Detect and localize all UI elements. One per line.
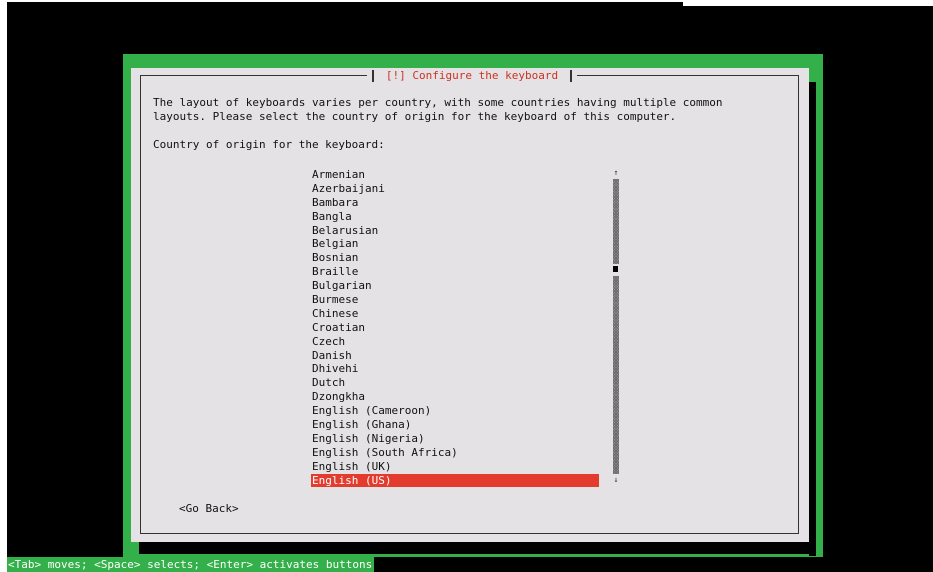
list-item[interactable]: Danish [311, 349, 599, 363]
list-item[interactable]: Bosnian [311, 251, 599, 265]
list-item[interactable]: Belarusian [311, 224, 599, 238]
top-strip [683, 2, 933, 6]
list-item[interactable]: Dzongkha [311, 390, 599, 404]
list-item[interactable]: Chinese [311, 307, 599, 321]
installer-screen: [!] Configure the keyboard The layout of… [7, 2, 933, 572]
list-item[interactable]: Bangla [311, 210, 599, 224]
status-help-text: <Tab> moves; <Space> selects; <Enter> ac… [7, 557, 375, 572]
list-item[interactable]: Dutch [311, 376, 599, 390]
description-line-2: layouts. Please select the country of or… [153, 110, 677, 123]
status-bar: <Tab> moves; <Space> selects; <Enter> ac… [7, 557, 933, 572]
list-item[interactable]: English (US) [311, 473, 599, 488]
scroll-track-upper[interactable] [613, 179, 619, 264]
list-item[interactable]: English (Ghana) [311, 418, 599, 432]
list-item[interactable]: Burmese [311, 293, 599, 307]
scroll-up-arrow-icon[interactable]: ↑ [612, 168, 620, 178]
list-item[interactable]: Bulgarian [311, 279, 599, 293]
list-item[interactable]: Braille [311, 265, 599, 279]
list-item[interactable]: Czech [311, 335, 599, 349]
list-prompt: Country of origin for the keyboard: [153, 138, 385, 151]
list-item[interactable]: Azerbaijani [311, 182, 599, 196]
list-item[interactable]: English (Cameroon) [311, 404, 599, 418]
list-item[interactable]: Croatian [311, 321, 599, 335]
dialog-title: [!] Configure the keyboard [385, 69, 559, 82]
list-item[interactable]: English (South Africa) [311, 446, 599, 460]
description-line-1: The layout of keyboards varies per count… [153, 96, 723, 109]
list-item[interactable]: Armenian [311, 168, 599, 182]
go-back-button[interactable]: <Go Back> [179, 502, 239, 516]
dialog-title-box: [!] Configure the keyboard [367, 68, 577, 83]
list-item[interactable]: Belgian [311, 237, 599, 251]
dialog-shadow [809, 82, 816, 556]
scroll-track-lower[interactable] [613, 276, 619, 474]
scroll-down-arrow-icon[interactable]: ↓ [612, 475, 620, 485]
dialog-shadow-bottom [139, 542, 816, 554]
list-item[interactable]: English (UK) [311, 460, 599, 474]
list-scrollbar[interactable]: ↑ ↓ [612, 168, 620, 488]
title-separator-right [570, 70, 572, 82]
list-item[interactable]: English (Nigeria) [311, 432, 599, 446]
scroll-thumb[interactable] [613, 266, 618, 272]
list-item[interactable]: Dhivehi [311, 362, 599, 376]
list-item[interactable]: Bambara [311, 196, 599, 210]
country-list[interactable]: Armenian Azerbaijani Bambara Bangla Belarusi… [311, 168, 599, 488]
title-separator-left [372, 70, 374, 82]
